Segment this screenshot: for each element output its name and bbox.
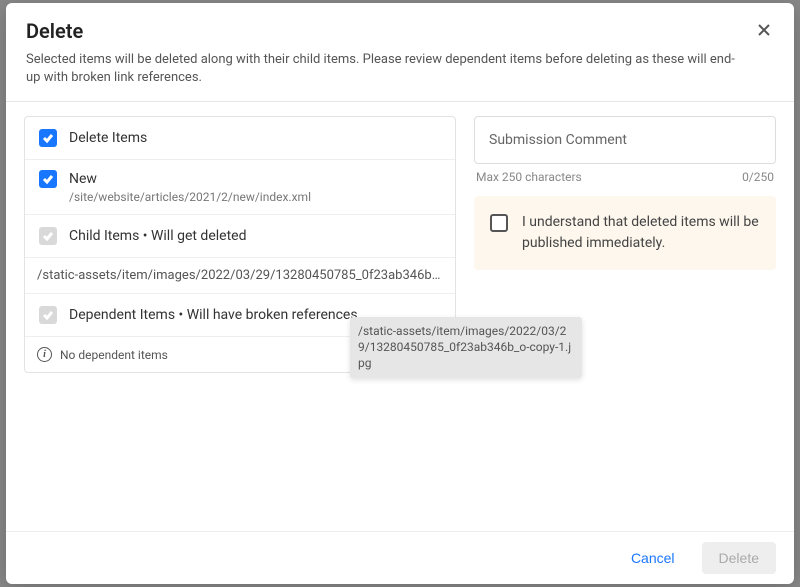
dialog-header: Delete Selected items will be deleted al… (6, 3, 794, 102)
submission-comment-placeholder: Submission Comment (489, 132, 627, 148)
char-counter: 0/250 (742, 170, 774, 184)
close-button[interactable] (750, 17, 778, 45)
info-icon: i (37, 347, 52, 362)
item-new-path: /site/website/articles/2021/2/new/index.… (39, 190, 311, 204)
max-chars-label: Max 250 characters (476, 170, 582, 184)
item-new-row[interactable]: New /site/website/articles/2021/2/new/in… (25, 160, 455, 215)
item-new-label: New (69, 171, 97, 187)
no-dependent-text: No dependent items (60, 348, 168, 362)
delete-items-row[interactable]: Delete Items (25, 117, 455, 160)
char-counter-row: Max 250 characters 0/250 (474, 170, 776, 190)
dependent-items-checkbox (39, 306, 57, 324)
child-item-path[interactable]: /static-assets/item/images/2022/03/29/13… (25, 258, 455, 294)
path-tooltip: /static-assets/item/images/2022/03/29/13… (350, 317, 582, 378)
child-items-label: Child Items • Will get deleted (69, 228, 246, 244)
delete-items-label: Delete Items (69, 130, 147, 146)
item-new-checkbox[interactable] (39, 170, 57, 188)
confirm-checkbox[interactable] (490, 214, 508, 232)
child-items-header: Child Items • Will get deleted (25, 215, 455, 258)
dialog-title: Delete (26, 19, 774, 43)
delete-button[interactable]: Delete (702, 542, 776, 574)
dialog-footer: Cancel Delete (6, 531, 794, 584)
confirm-text: I understand that deleted items will be … (522, 212, 760, 254)
dialog-description: Selected items will be deleted along wit… (26, 51, 774, 87)
submission-comment-input[interactable]: Submission Comment (474, 116, 776, 164)
delete-items-checkbox[interactable] (39, 129, 57, 147)
cancel-button[interactable]: Cancel (614, 542, 692, 574)
confirm-box: I understand that deleted items will be … (474, 196, 776, 270)
dependent-items-label: Dependent Items • Will have broken refer… (69, 307, 358, 323)
child-items-checkbox (39, 227, 57, 245)
close-icon (756, 22, 772, 41)
delete-dialog: Delete Selected items will be deleted al… (6, 3, 794, 584)
